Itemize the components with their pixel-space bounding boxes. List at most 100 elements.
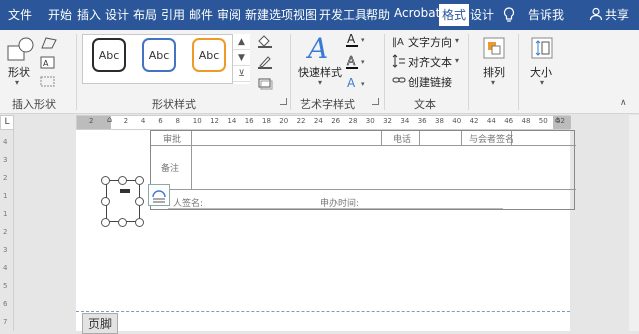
text-direction-dropdown-icon[interactable]: ▾	[455, 36, 459, 45]
cell-attendee-sign: 与会者签名	[469, 135, 515, 145]
resize-handle[interactable]	[101, 197, 110, 206]
ruler-tick-label: 8	[175, 117, 180, 125]
vruler-tick-label: 6	[3, 300, 8, 308]
vertical-scrollbar[interactable]	[629, 115, 639, 331]
wordart-group-label: 艺术字样式	[300, 98, 355, 111]
tab-design[interactable]: 设计	[105, 6, 129, 23]
document-page[interactable]: 审批 电话 与会者签名 备注 人签名: 申办时间:	[76, 130, 576, 331]
style-swatch-black[interactable]: Abc	[92, 38, 126, 72]
cell-phone: 电话	[393, 135, 412, 145]
text-effects-icon[interactable]: A ▾	[346, 76, 370, 95]
edit-shape-icon[interactable]	[40, 36, 60, 53]
svg-text:▾: ▾	[361, 58, 365, 66]
size-dropdown-icon[interactable]: ▾	[540, 78, 544, 87]
text-direction-button[interactable]: 文字方向	[408, 34, 452, 50]
create-link-button[interactable]: 创建链接	[408, 74, 452, 90]
text-direction-icon[interactable]: ‖A	[392, 34, 406, 51]
ruler-tick-label: 36	[417, 117, 427, 125]
text-fill-icon[interactable]: A ▾	[346, 32, 370, 51]
ruler-tick-label: 30	[365, 117, 375, 125]
cell-remark: 备注	[161, 164, 180, 174]
ruler-tick-label: 40	[452, 117, 462, 125]
vertical-ruler[interactable]: 4 3 2 1 1 2 3 4 5 6 7	[0, 130, 14, 331]
tab-help[interactable]: 帮助	[366, 6, 390, 23]
tab-file[interactable]: 文件	[8, 6, 32, 23]
tell-me-search[interactable]: 告诉我	[528, 6, 564, 23]
text-box-icon[interactable]: A	[40, 56, 60, 73]
tab-new-options[interactable]: 新建选项	[245, 6, 293, 23]
shape-outline-icon[interactable]	[256, 54, 276, 73]
resize-handle[interactable]	[118, 218, 127, 227]
resize-handle[interactable]	[101, 218, 110, 227]
align-text-icon[interactable]	[392, 54, 406, 71]
ruler-tick-label: 22	[296, 117, 306, 125]
ruler-tick-label: 6	[158, 117, 163, 125]
gallery-down-icon[interactable]: ▼	[233, 50, 250, 66]
gallery-more-icon[interactable]: ⊻	[233, 66, 250, 82]
tab-review[interactable]: 审阅	[217, 6, 241, 23]
tab-design-2[interactable]: 设计	[470, 6, 494, 23]
style-swatch-blue[interactable]: Abc	[142, 38, 176, 72]
cell-approval: 审批	[163, 135, 182, 145]
ruler-tick-label: 10	[192, 117, 202, 125]
shapes-dropdown-icon[interactable]: ▾	[15, 78, 19, 87]
resize-handle[interactable]	[135, 218, 144, 227]
vruler-tick-label: 4	[3, 264, 8, 272]
align-text-button[interactable]: 对齐文本	[408, 54, 452, 70]
ruler-tick-label: 26	[331, 117, 341, 125]
ruler-tick-label: 14	[227, 117, 237, 125]
tab-references[interactable]: 引用	[161, 6, 185, 23]
horizontal-ruler[interactable]: ⌂ ⌂ 2 2 4 6 8 10 12 14 16 18 20 22 24 26 28 30 32 34 36 38 4…	[76, 115, 571, 130]
tab-layout[interactable]: 布局	[133, 6, 157, 23]
gallery-scroll: ▲ ▼ ⊻	[232, 34, 250, 84]
shapes-icon[interactable]	[6, 36, 36, 65]
resize-handle[interactable]	[135, 197, 144, 206]
wordart-launcher-icon[interactable]	[372, 98, 379, 105]
wordart-a-icon[interactable]: A	[305, 32, 338, 67]
ribbon: 形状 ▾ A 插入形状 Abc Abc Abc ▲ ▼ ⊻ 形状样式 A 快速样…	[0, 30, 639, 114]
insert-shapes-group-label: 插入形状	[12, 98, 56, 111]
lightbulb-icon	[503, 7, 515, 26]
vruler-tick-label: 2	[3, 174, 8, 182]
ruler-tick-label: 24	[313, 117, 323, 125]
style-swatch-orange[interactable]: Abc	[192, 38, 226, 72]
quick-styles-dropdown-icon[interactable]: ▾	[318, 78, 322, 87]
share-button[interactable]: 共享	[605, 6, 629, 23]
align-text-dropdown-icon[interactable]: ▾	[455, 56, 459, 65]
divider	[290, 34, 291, 110]
resize-handle[interactable]	[101, 176, 110, 185]
ruler-tick-label: 20	[279, 117, 289, 125]
ruler-tick-label: 42	[469, 117, 479, 125]
vruler-tick-label: 5	[3, 282, 8, 290]
tab-format[interactable]: 格式	[439, 4, 470, 26]
shape-fill-icon[interactable]	[256, 34, 276, 51]
arrange-dropdown-icon[interactable]: ▾	[491, 78, 495, 87]
gallery-up-icon[interactable]: ▲	[233, 34, 250, 50]
indent-marker-icon[interactable]: ⌂	[107, 115, 112, 124]
tab-insert[interactable]: 插入	[77, 6, 101, 23]
tab-home[interactable]: 开始	[48, 6, 72, 23]
svg-text:▾: ▾	[361, 80, 365, 88]
arrange-icon[interactable]	[482, 36, 506, 63]
vruler-tick-label: 3	[3, 156, 8, 164]
hyperlink-shape-icon[interactable]	[40, 76, 60, 91]
tab-view[interactable]: 视图	[293, 6, 317, 23]
ruler-tick-label: 18	[262, 117, 271, 125]
layout-options-icon[interactable]	[148, 184, 170, 206]
tab-acrobat[interactable]: Acrobat	[394, 6, 440, 20]
tab-selector-icon[interactable]: L	[0, 115, 14, 130]
size-icon[interactable]	[530, 36, 554, 63]
resize-handle[interactable]	[135, 176, 144, 185]
divider	[468, 34, 469, 110]
rotate-handle-icon[interactable]	[120, 189, 130, 193]
resize-handle[interactable]	[118, 176, 127, 185]
tab-mailings[interactable]: 邮件	[189, 6, 213, 23]
shape-styles-launcher-icon[interactable]	[280, 98, 287, 105]
text-outline-icon[interactable]: A ▾	[346, 54, 370, 73]
tab-developer[interactable]: 开发工具	[319, 6, 367, 23]
svg-text:A: A	[43, 59, 49, 68]
shape-effects-icon[interactable]	[256, 76, 276, 93]
link-icon[interactable]	[392, 74, 406, 89]
collapse-ribbon-icon[interactable]: ∧	[620, 98, 627, 108]
vruler-tick-label: 1	[3, 210, 8, 218]
